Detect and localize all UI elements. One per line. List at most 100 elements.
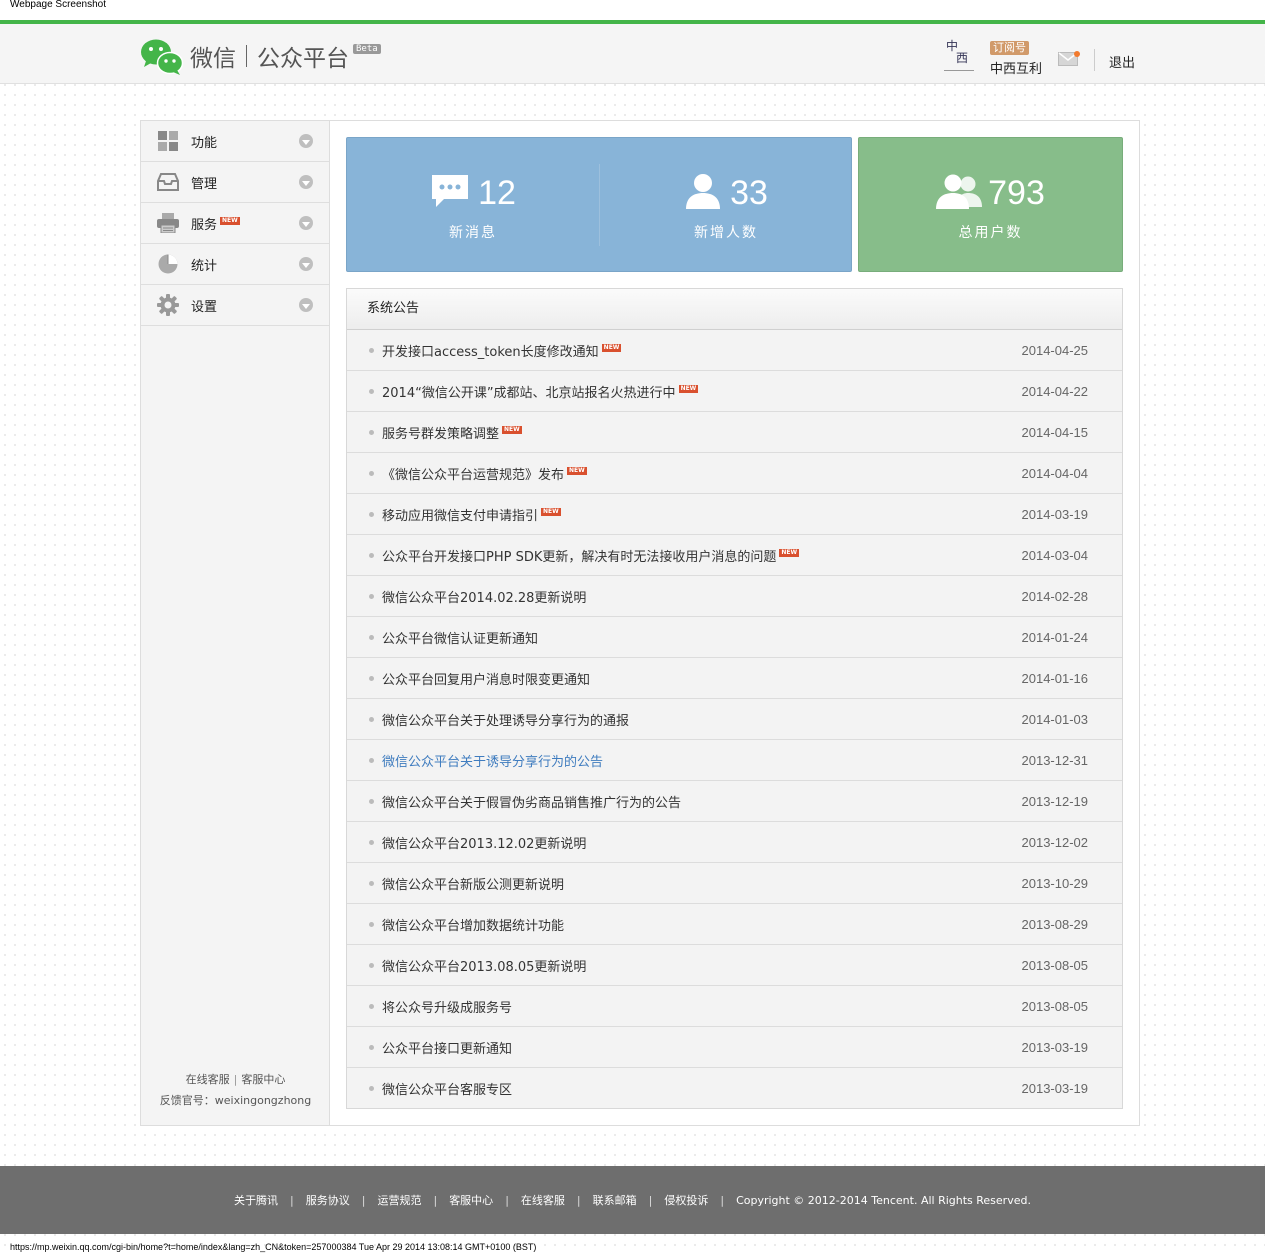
footer-link[interactable]: 关于腾讯	[234, 1194, 278, 1207]
bullet-icon	[369, 1003, 374, 1009]
bullet-icon	[369, 675, 374, 681]
notice-title-link[interactable]: 微信公众平台2014.02.28更新说明	[382, 587, 586, 606]
account-name[interactable]: 中西互利	[990, 58, 1042, 77]
chat-bubble-icon	[430, 173, 470, 213]
chevron-down-icon[interactable]	[299, 257, 313, 271]
footer-divider: |	[433, 1194, 438, 1207]
new-badge: NEW	[678, 385, 699, 393]
bullet-icon	[369, 347, 374, 353]
notice-title-link[interactable]: 微信公众平台关于诱导分享行为的公告	[382, 751, 603, 770]
notice-title-link[interactable]: 微信公众平台关于处理诱导分享行为的通报	[382, 710, 629, 729]
notice-row[interactable]: 微信公众平台增加数据统计功能 2013-08-29	[347, 904, 1122, 945]
sidebar-item-label: 统计	[191, 258, 218, 274]
notice-title-link[interactable]: 微信公众平台客服专区	[382, 1079, 512, 1098]
online-service-link[interactable]: 在线客服	[186, 1073, 230, 1086]
new-badge: NEW	[779, 549, 800, 557]
footer-link[interactable]: 侵权投诉	[664, 1194, 708, 1207]
sidebar-item-service[interactable]: 服务 NEW	[141, 203, 329, 244]
grid-icon	[157, 130, 179, 152]
footer-link[interactable]: 联系邮箱	[593, 1194, 637, 1207]
notice-row[interactable]: 微信公众平台客服专区 2013-03-19	[347, 1068, 1122, 1109]
sidebar-item-label: 功能	[191, 135, 218, 151]
bullet-icon	[369, 388, 374, 394]
account-area: 中 西 订阅号 中西互利 退出	[944, 32, 1135, 80]
notice-row[interactable]: 服务号群发策略调整 NEW 2014-04-15	[347, 412, 1122, 453]
notice-row[interactable]: 将公众号升级成服务号 2013-08-05	[347, 986, 1122, 1027]
chevron-down-icon[interactable]	[299, 298, 313, 312]
notice-row[interactable]: 微信公众平台关于处理诱导分享行为的通报 2014-01-03	[347, 699, 1122, 740]
footer-link[interactable]: 客服中心	[449, 1194, 493, 1207]
bullet-icon	[369, 511, 374, 517]
notice-date: 2013-03-19	[1021, 1081, 1089, 1096]
user-icon	[684, 173, 722, 213]
notice-row[interactable]: 《微信公众平台运营规范》发布 NEW 2014-04-04	[347, 453, 1122, 494]
chevron-down-icon[interactable]	[299, 216, 313, 230]
notice-list: 开发接口access_token长度修改通知 NEW 2014-04-25 2014“…	[347, 330, 1122, 1109]
stat-value: 12	[478, 173, 516, 212]
logout-link[interactable]: 退出	[1109, 52, 1135, 71]
sidebar-item-manage[interactable]: 管理	[141, 162, 329, 203]
notice-row[interactable]: 微信公众平台2013.08.05更新说明 2013-08-05	[347, 945, 1122, 986]
notice-row[interactable]: 公众平台回复用户消息时限变更通知 2014-01-16	[347, 658, 1122, 699]
notice-title-link[interactable]: 公众平台接口更新通知	[382, 1038, 512, 1057]
gear-icon	[157, 294, 179, 316]
notice-row[interactable]: 微信公众平台关于假冒伪劣商品销售推广行为的公告 2013-12-19	[347, 781, 1122, 822]
footer-link[interactable]: 服务协议	[306, 1194, 350, 1207]
notice-title-link[interactable]: 公众平台微信认证更新通知	[382, 628, 538, 647]
notice-title-link[interactable]: 服务号群发策略调整	[382, 423, 499, 442]
notice-title-link[interactable]: 公众平台回复用户消息时限变更通知	[382, 669, 590, 688]
footer-link[interactable]: 运营规范	[377, 1194, 421, 1207]
account-avatar[interactable]: 中 西	[944, 37, 974, 75]
bullet-icon	[369, 1044, 374, 1050]
notice-date: 2013-08-29	[1021, 916, 1089, 932]
notice-title-link[interactable]: 微信公众平台关于假冒伪劣商品销售推广行为的公告	[382, 792, 681, 811]
notice-row[interactable]: 移动应用微信支付申请指引 NEW 2014-03-19	[347, 494, 1122, 535]
notice-title-link[interactable]: 微信公众平台2013.12.02更新说明	[382, 833, 586, 852]
chevron-down-icon[interactable]	[299, 134, 313, 148]
bullet-icon	[369, 839, 374, 845]
stat-new-users[interactable]: 33 新增人数	[600, 138, 852, 271]
new-badge: NEW	[502, 426, 522, 434]
notice-title-link[interactable]: 微信公众平台新版公测更新说明	[382, 874, 564, 893]
bullet-icon	[369, 880, 374, 886]
sidebar-item-settings[interactable]: 设置	[141, 285, 329, 326]
notice-row[interactable]: 微信公众平台2014.02.28更新说明 2014-02-28	[347, 576, 1122, 617]
bullet-icon	[369, 1086, 374, 1091]
notice-title-link[interactable]: 将公众号升级成服务号	[382, 997, 512, 1016]
pie-chart-icon	[157, 253, 179, 275]
stat-new-messages[interactable]: 12 新消息	[347, 138, 599, 271]
page-footer: 关于腾讯 | 服务协议 | 运营规范 | 客服中心 | 在线客服 | 联系邮箱 | 侵权投诉 | Copy…	[0, 1166, 1265, 1234]
notice-row[interactable]: 微信公众平台2013.12.02更新说明 2013-12-02	[347, 822, 1122, 863]
notice-date: 2014-04-04	[1021, 465, 1089, 481]
sidebar-item-function[interactable]: 功能	[141, 121, 329, 162]
service-center-link[interactable]: 客服中心	[241, 1073, 285, 1086]
notice-title-link[interactable]: 微信公众平台增加数据统计功能	[382, 915, 564, 934]
new-badge: NEW	[567, 467, 587, 475]
notice-row[interactable]: 公众平台开发接口PHP SDK更新，解决有时无法接收用户消息的问题 NEW 2014…	[347, 535, 1122, 576]
stat-total-users[interactable]: 793 总用户数	[859, 138, 1122, 271]
notice-title-link[interactable]: 2014“微信公开课”成都站、北京站报名火热进行中	[382, 382, 676, 401]
stat-label: 总用户数	[958, 225, 1023, 241]
feedback-account: 反馈官号：weixingongzhong	[159, 1094, 312, 1107]
notice-row[interactable]: 2014“微信公开课”成都站、北京站报名火热进行中 NEW 2014-04-22	[347, 371, 1122, 412]
avatar-underline	[944, 70, 974, 71]
notice-row[interactable]: 开发接口access_token长度修改通知 NEW 2014-04-25	[347, 330, 1122, 371]
bullet-icon	[369, 429, 374, 435]
logo[interactable]: 微信 公众平台 Beta	[140, 34, 381, 78]
notice-row[interactable]: 微信公众平台关于诱导分享行为的公告 2013-12-31	[347, 740, 1122, 781]
notice-row[interactable]: 公众平台接口更新通知 2013-03-19	[347, 1027, 1122, 1068]
sidebar-item-statistics[interactable]: 统计	[141, 244, 329, 285]
notice-title-link[interactable]: 微信公众平台2013.08.05更新说明	[382, 956, 586, 975]
notice-row[interactable]: 公众平台微信认证更新通知 2014-01-24	[347, 617, 1122, 658]
notice-title-link[interactable]: 《微信公众平台运营规范》发布	[382, 464, 564, 483]
notice-date: 2013-10-29	[1021, 875, 1089, 891]
notice-title-link[interactable]: 开发接口access_token长度修改通知	[382, 341, 599, 360]
mail-icon[interactable]	[1058, 51, 1081, 67]
notice-title-link[interactable]: 公众平台开发接口PHP SDK更新，解决有时无法接收用户消息的问题	[382, 546, 776, 565]
notice-title-link[interactable]: 移动应用微信支付申请指引	[382, 505, 538, 524]
new-badge: NEW	[220, 217, 240, 225]
notice-row[interactable]: 微信公众平台新版公测更新说明 2013-10-29	[347, 863, 1122, 904]
footer-link[interactable]: 在线客服	[521, 1194, 565, 1207]
chevron-down-icon[interactable]	[299, 175, 313, 189]
notice-date: 2013-12-19	[1021, 793, 1089, 809]
